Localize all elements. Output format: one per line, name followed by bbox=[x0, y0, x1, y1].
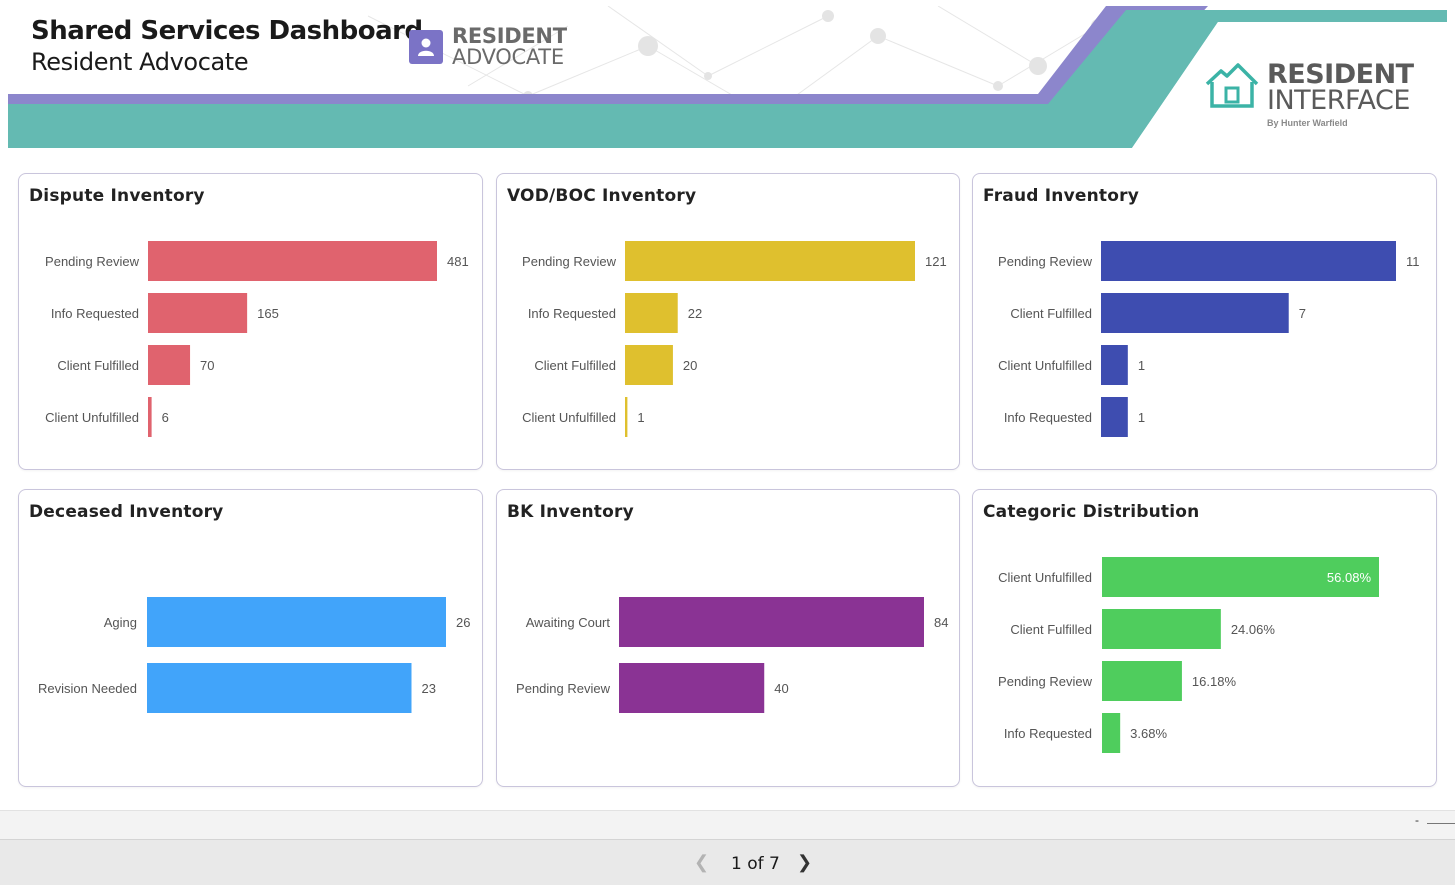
category-label: Client Unfulfilled bbox=[998, 570, 1092, 585]
data-label: 11 bbox=[1406, 254, 1420, 269]
page-title: Shared Services Dashboard bbox=[31, 16, 423, 46]
category-label: Client Fulfilled bbox=[534, 358, 616, 373]
data-label: 23 bbox=[422, 681, 436, 696]
category-label: Client Fulfilled bbox=[1010, 622, 1092, 637]
category-label: Pending Review bbox=[522, 254, 617, 269]
bar[interactable] bbox=[1102, 713, 1121, 753]
data-label: 481 bbox=[447, 254, 469, 269]
ri-logo-tagline: By Hunter Warfield bbox=[1267, 118, 1348, 128]
bar[interactable] bbox=[1102, 609, 1221, 649]
data-label: 40 bbox=[774, 681, 788, 696]
ra-logo-line1: RESIDENT bbox=[452, 24, 567, 48]
data-label: 121 bbox=[925, 254, 947, 269]
bar[interactable] bbox=[147, 663, 412, 713]
data-label: 22 bbox=[688, 306, 702, 321]
ra-logo-line2: ADVOCATE bbox=[452, 45, 564, 69]
bar[interactable] bbox=[625, 345, 673, 385]
ri-logo-line2: INTERFACE bbox=[1267, 85, 1410, 116]
user-badge-icon bbox=[409, 30, 443, 64]
category-label: Pending Review bbox=[998, 674, 1093, 689]
data-label: 1 bbox=[637, 410, 644, 425]
dispute-inventory-chart[interactable]: Pending Review 481 Info Requested 165 Client… bbox=[19, 174, 482, 469]
category-label: Info Requested bbox=[1004, 410, 1092, 425]
data-label: 6 bbox=[162, 410, 169, 425]
category-label: Pending Review bbox=[516, 681, 611, 696]
categoric-distribution-chart[interactable]: Client Unfulfilled 56.08% Client Fulfilled… bbox=[973, 490, 1436, 786]
category-label: Aging bbox=[104, 615, 137, 630]
category-label: Info Requested bbox=[1004, 726, 1092, 741]
category-label: Info Requested bbox=[51, 306, 139, 321]
data-label: 1 bbox=[1138, 410, 1145, 425]
page-subtitle: Resident Advocate bbox=[31, 48, 249, 76]
footer-indicator: - bbox=[1415, 813, 1455, 827]
data-label: 84 bbox=[934, 615, 948, 630]
resident-advocate-logo: RESIDENT ADVOCATE bbox=[409, 26, 567, 68]
category-label: Info Requested bbox=[528, 306, 616, 321]
category-label: Awaiting Court bbox=[526, 615, 611, 630]
bar[interactable] bbox=[148, 241, 437, 281]
footer-dash-text: - bbox=[1415, 813, 1419, 827]
data-label: 1 bbox=[1138, 358, 1145, 373]
bk-inventory-chart[interactable]: Awaiting Court 84 Pending Review 40 bbox=[497, 490, 959, 786]
bar[interactable] bbox=[147, 597, 446, 647]
bar[interactable] bbox=[1101, 293, 1289, 333]
category-label: Pending Review bbox=[998, 254, 1093, 269]
data-label: 56.08% bbox=[1327, 570, 1372, 585]
data-label: 3.68% bbox=[1130, 726, 1167, 741]
footer-dash-line bbox=[1427, 823, 1455, 824]
data-label: 70 bbox=[200, 358, 214, 373]
dispute-inventory-card[interactable]: Dispute Inventory Pending Review 481 Info … bbox=[18, 173, 483, 470]
page-indicator: 1 of 7 bbox=[731, 854, 780, 874]
bar[interactable] bbox=[148, 397, 152, 437]
deceased-inventory-chart[interactable]: Aging 26 Revision Needed 23 bbox=[19, 490, 482, 786]
bar[interactable] bbox=[1101, 345, 1128, 385]
category-label: Revision Needed bbox=[38, 681, 137, 696]
resident-interface-logo: RESIDENT INTERFACE By Hunter Warfield bbox=[1205, 61, 1414, 128]
vod-boc-inventory-chart[interactable]: Pending Review 121 Info Requested 22 Client … bbox=[497, 174, 959, 469]
data-label: 165 bbox=[257, 306, 279, 321]
category-label: Client Unfulfilled bbox=[522, 410, 616, 425]
house-icon bbox=[1205, 63, 1259, 108]
page-navigation: ❮ 1 of 7 ❯ bbox=[0, 839, 1455, 885]
category-label: Client Unfulfilled bbox=[45, 410, 139, 425]
data-label: 16.18% bbox=[1192, 674, 1237, 689]
chevron-right-icon[interactable]: ❯ bbox=[797, 852, 812, 873]
category-label: Client Unfulfilled bbox=[998, 358, 1092, 373]
bk-inventory-card[interactable]: BK Inventory Awaiting Court 84 Pending Rev… bbox=[496, 489, 960, 787]
data-label: 24.06% bbox=[1231, 622, 1276, 637]
bar[interactable] bbox=[1102, 661, 1182, 701]
chevron-left-icon[interactable]: ❮ bbox=[694, 852, 709, 873]
category-label: Pending Review bbox=[45, 254, 140, 269]
category-label: Client Fulfilled bbox=[1010, 306, 1092, 321]
report-footer-strip bbox=[0, 810, 1455, 839]
categoric-distribution-card[interactable]: Categoric Distribution Client Unfulfille… bbox=[972, 489, 1437, 787]
bar[interactable] bbox=[625, 241, 915, 281]
vod-boc-inventory-card[interactable]: VOD/BOC Inventory Pending Review 121 Info … bbox=[496, 173, 960, 470]
data-label: 26 bbox=[456, 615, 470, 630]
bar[interactable] bbox=[625, 397, 628, 437]
bar[interactable] bbox=[148, 293, 248, 333]
data-label: 7 bbox=[1299, 306, 1306, 321]
bar[interactable] bbox=[625, 293, 678, 333]
dashboard-header: Shared Services Dashboard Resident Advoc… bbox=[8, 6, 1447, 148]
bar[interactable] bbox=[1101, 241, 1396, 281]
bar[interactable] bbox=[619, 663, 765, 713]
bar[interactable] bbox=[619, 597, 924, 647]
bar[interactable] bbox=[148, 345, 191, 385]
fraud-inventory-card[interactable]: Fraud Inventory Pending Review 11 Client F… bbox=[972, 173, 1437, 470]
deceased-inventory-card[interactable]: Deceased Inventory Aging 26 Revision Neede… bbox=[18, 489, 483, 787]
bar[interactable] bbox=[1101, 397, 1128, 437]
category-label: Client Fulfilled bbox=[57, 358, 139, 373]
data-label: 20 bbox=[683, 358, 697, 373]
fraud-inventory-chart[interactable]: Pending Review 11Client Fulfilled 7Client … bbox=[973, 174, 1436, 469]
